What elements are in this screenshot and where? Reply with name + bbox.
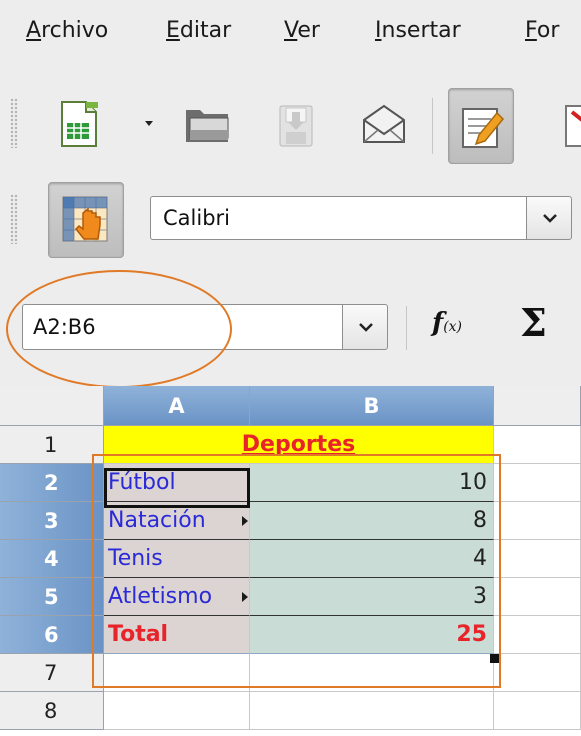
- cell-b7[interactable]: [250, 654, 494, 692]
- cell-a2[interactable]: Fútbol: [104, 464, 250, 502]
- open-button[interactable]: [180, 100, 236, 152]
- cell-a5[interactable]: Atletismo: [104, 578, 250, 616]
- font-name-input[interactable]: Calibri: [150, 196, 526, 240]
- save-button[interactable]: [268, 98, 324, 154]
- toolbar-separator: [432, 98, 433, 154]
- export-pdf-button[interactable]: [562, 98, 581, 154]
- formula-separator: [406, 306, 407, 350]
- cell-c8[interactable]: [494, 692, 581, 730]
- menu-bar: Archivo Editar Ver Insertar For: [0, 0, 581, 74]
- menu-editar[interactable]: Editar: [166, 18, 231, 43]
- column-header-c[interactable]: C: [494, 386, 581, 426]
- cell-a6-total-label[interactable]: Total: [104, 616, 250, 654]
- row-header-4[interactable]: 4: [0, 540, 104, 578]
- toolbar-grip[interactable]: [10, 98, 18, 148]
- cell-b2[interactable]: 10: [250, 464, 494, 502]
- font-name-dropdown[interactable]: [526, 196, 572, 240]
- column-header-a[interactable]: A: [104, 386, 250, 426]
- menu-archivo[interactable]: Archivo: [26, 18, 108, 43]
- cell-a1-title[interactable]: Deportes: [104, 426, 494, 464]
- toolbar-grip[interactable]: [10, 194, 18, 244]
- sum-button[interactable]: Σ: [520, 300, 547, 345]
- cell-c7[interactable]: [494, 654, 581, 692]
- text-overflow-arrow-icon: [242, 516, 248, 526]
- cell-c2[interactable]: [494, 464, 581, 502]
- new-spreadsheet-button[interactable]: [50, 96, 106, 152]
- spreadsheet-grid: A B C 1 2 3 4 5 6 7 8 Deportes Fútbol 10…: [0, 386, 581, 736]
- row-header-3[interactable]: 3: [0, 502, 104, 540]
- cell-c5[interactable]: [494, 578, 581, 616]
- row-header-2[interactable]: 2: [0, 464, 104, 502]
- name-box-value: A2:B6: [33, 315, 96, 339]
- cell-c4[interactable]: [494, 540, 581, 578]
- table-hand-icon: [62, 196, 108, 242]
- text-overflow-arrow-icon: [242, 592, 248, 602]
- cell-b8[interactable]: [250, 692, 494, 730]
- edit-file-button[interactable]: [448, 88, 514, 164]
- row-header-5[interactable]: 5: [0, 578, 104, 616]
- fill-handle[interactable]: [490, 654, 499, 663]
- row-header-1[interactable]: 1: [0, 426, 104, 464]
- data-source-button[interactable]: [48, 182, 124, 258]
- row-header-7[interactable]: 7: [0, 654, 104, 692]
- edit-document-icon: [462, 108, 505, 148]
- cell-a3[interactable]: Natación: [104, 502, 250, 540]
- row-header-6[interactable]: 6: [0, 616, 104, 654]
- cell-b6-total-value[interactable]: 25: [250, 616, 494, 654]
- save-icon: [279, 105, 313, 147]
- email-button[interactable]: [356, 100, 412, 152]
- cell-b5[interactable]: 3: [250, 578, 494, 616]
- folder-icon: [186, 110, 229, 142]
- cell-b4[interactable]: 4: [250, 540, 494, 578]
- envelope-icon: [363, 104, 405, 143]
- cell-c6[interactable]: [494, 616, 581, 654]
- cell-a4[interactable]: Tenis: [104, 540, 250, 578]
- menu-ver[interactable]: Ver: [284, 18, 320, 43]
- row-header-8[interactable]: 8: [0, 692, 104, 730]
- chevron-down-icon: [543, 214, 557, 223]
- cell-a8[interactable]: [104, 692, 250, 730]
- name-box-dropdown[interactable]: [342, 304, 388, 350]
- chevron-down-icon: [359, 323, 373, 332]
- pdf-icon: [565, 105, 581, 147]
- standard-toolbar: [0, 74, 581, 172]
- chevron-down-icon: [145, 121, 153, 126]
- cell-c3[interactable]: [494, 502, 581, 540]
- name-box[interactable]: A2:B6: [22, 304, 342, 350]
- cell-a7[interactable]: [104, 654, 250, 692]
- function-wizard-button[interactable]: f(x): [432, 308, 462, 338]
- cell-c1[interactable]: [494, 426, 581, 464]
- menu-insertar[interactable]: Insertar: [375, 18, 461, 43]
- font-name-value: Calibri: [163, 206, 230, 230]
- new-spreadsheet-icon: [61, 101, 98, 147]
- cell-b3[interactable]: 8: [250, 502, 494, 540]
- menu-formato[interactable]: For: [525, 18, 559, 43]
- new-dropdown-button[interactable]: [140, 114, 158, 134]
- column-header-b[interactable]: B: [250, 386, 494, 426]
- select-all-corner[interactable]: [0, 386, 104, 426]
